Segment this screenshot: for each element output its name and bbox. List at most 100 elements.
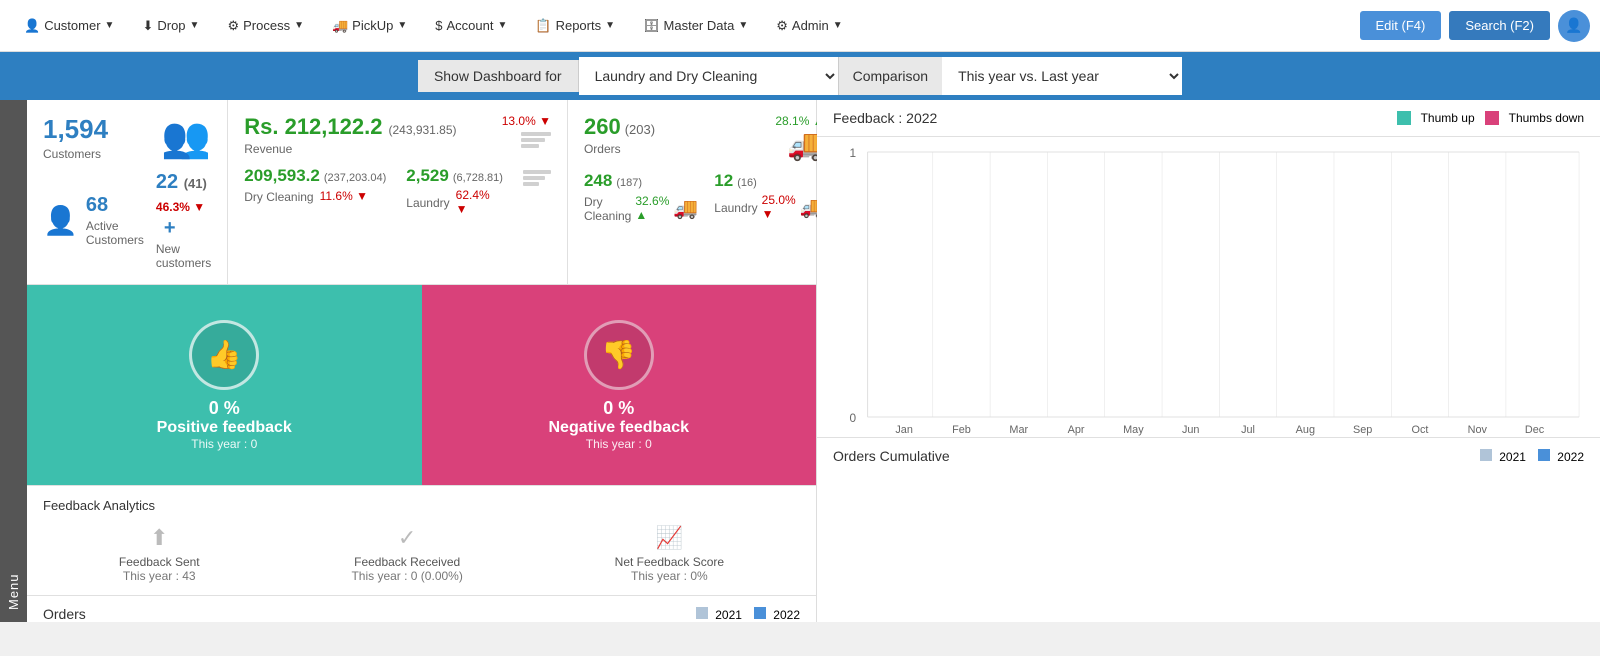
edit-button[interactable]: Edit (F4) [1360,11,1442,40]
customers-label: Customers [43,147,108,161]
negative-pct: 0 % [603,398,634,419]
nav-pickup[interactable]: 🚚 PickUp ▼ [318,0,421,52]
cumulative-legend: 2021 2022 [1480,449,1584,464]
new-customers-block: 22 (41) 46.3% ▼ + New customers [156,171,211,270]
orders-sub-row: 248 (187) Dry Cleaning 32.6% ▲ 🚚 12 (16) [584,171,825,223]
svg-text:Nov: Nov [1468,424,1488,436]
orders-laundry-pct: 25.0% ▼ [762,193,796,221]
service-select[interactable]: Laundry and Dry Cleaning Laundry Dry Cle… [579,57,839,95]
orders-total-sub: (203) [625,122,655,137]
search-button[interactable]: Search (F2) [1449,11,1550,40]
svg-text:May: May [1123,424,1144,436]
orders-total: 260 [584,114,621,140]
svg-text:Feb: Feb [952,424,971,436]
comparison-button[interactable]: Comparison [839,57,942,95]
cumulative-2022-dot: 2022 [1538,449,1584,464]
orders-label: Orders [584,142,655,156]
nav-drop[interactable]: ⬇ Drop ▼ [128,0,213,52]
revenue-laundry: 2,529 (6,728.81) Laundry 62.4% ▼ [406,166,503,216]
new-customers-label: New customers [156,242,211,270]
nav-drop-arrow: ▼ [190,20,200,31]
admin-icon: ⚙ [776,18,788,34]
orders-laundry-sub: (16) [737,177,757,189]
net-feedback-icon: 📈 [615,525,724,551]
left-panel: 1,594 Customers 👥 👤 68 Active Customers [27,100,817,622]
feedback-sent-item: ⬆ Feedback Sent This year : 43 [119,525,200,583]
orders-bottom-section: Orders 2021 2022 [27,595,816,622]
thumbs-down-legend-label: Thumbs down [1509,111,1584,125]
feedback-chart-title: Feedback : 2022 [833,110,937,126]
active-customers-icon: 👤 [43,204,78,237]
feedback-chart-legend: Thumb up Thumbs down [1397,111,1584,125]
feedback-sent-value: This year : 43 [119,569,200,583]
feedback-received-icon: ✓ [351,525,462,551]
svg-text:Jan: Jan [895,424,913,436]
nav-masterdata[interactable]: 🗄 Master Data ▼ [629,0,762,52]
revenue-laundry-pct: 62.4% ▼ [456,188,503,216]
nav-account-arrow: ▼ [497,20,507,31]
feedback-analytics-title: Feedback Analytics [43,498,800,513]
cumulative-2021-label: 2021 [1499,450,1526,464]
revenue-sub-row: 209,593.2 (237,203.04) Dry Cleaning 11.6… [244,166,551,216]
svg-text:Sep: Sep [1353,424,1372,436]
revenue-dc-sub: (237,203.04) [324,172,386,184]
revenue-dc-amount: 209,593.2 [244,166,320,186]
svg-text:Mar: Mar [1009,424,1028,436]
cumulative-2022-label: 2022 [1557,450,1584,464]
orders-dc-truck-icon: 🚚 [673,196,698,221]
revenue-data: Rs. 212,122.2 (243,931.85) Revenue [244,114,456,156]
customer-icon: 👤 [24,18,40,34]
thumb-up-legend-label: Thumb up [1421,111,1475,125]
legend-2021-label: 2021 [715,608,742,622]
orders-dc-sub: (187) [616,177,642,189]
svg-text:0: 0 [849,411,856,425]
thumbs-down-legend-dot [1485,111,1499,125]
orders-cumulative-header: Orders Cumulative 2021 2022 [817,437,1600,474]
orders-laundry: 12 (16) Laundry 25.0% ▼ 🚚 [714,171,824,223]
feedback-received-label: Feedback Received [351,555,462,569]
net-feedback-label: Net Feedback Score [615,555,724,569]
nav-pickup-arrow: ▼ [397,20,407,31]
revenue-section: Rs. 212,122.2 (243,931.85) Revenue 13.0%… [228,100,568,284]
user-avatar-button[interactable]: 👤 [1558,10,1590,42]
negative-year: This year : 0 [586,437,652,451]
comparison-select[interactable]: This year vs. Last year This month vs. L… [942,57,1182,95]
orders-main: 260 (203) Orders 28.1% ▲ 🚚 [584,114,825,163]
feedback-chart-header: Feedback : 2022 Thumb up Thumbs down [817,100,1600,137]
menu-tab[interactable]: Menu [0,100,27,622]
orders-data: 260 (203) Orders [584,114,655,156]
revenue-pct: 13.0% ▼ [502,114,551,128]
customers-sub-row: 👤 68 Active Customers 22 (41) [43,171,211,270]
nav-process[interactable]: ⚙ Process ▼ [213,0,318,52]
net-feedback-value: This year : 0% [615,569,724,583]
orders-legend: 2021 2022 [696,607,800,622]
active-customers-block: 👤 68 Active Customers [43,194,144,247]
feedback-sent-icon: ⬆ [119,525,200,551]
feedback-panels: 👍 0 % Positive feedback This year : 0 👎 … [27,285,816,485]
show-dashboard-label: Show Dashboard for [418,60,579,92]
new-customers-number: 22 [156,171,178,193]
nav-admin[interactable]: ⚙ Admin ▼ [762,0,856,52]
nav-customer[interactable]: 👤 Customer ▼ [10,0,128,52]
svg-text:Jul: Jul [1241,424,1255,436]
legend-2022-label: 2022 [773,608,800,622]
reports-icon: 📋 [535,18,551,34]
thumb-up-legend-dot [1397,111,1411,125]
nav-account[interactable]: $ Account ▼ [421,0,521,52]
add-customer-button[interactable]: + [164,217,176,239]
active-customers-label: Active Customers [86,219,144,247]
feedback-received-item: ✓ Feedback Received This year : 0 (0.00%… [351,525,462,583]
nav-reports[interactable]: 📋 Reports ▼ [521,0,629,52]
revenue-main: Rs. 212,122.2 (243,931.85) Revenue 13.0%… [244,114,551,156]
nav-right-buttons: Edit (F4) Search (F2) 👤 [1360,10,1590,42]
nav-admin-arrow: ▼ [833,20,843,31]
orders-cumulative-title: Orders Cumulative [833,448,950,464]
svg-text:Jun: Jun [1182,424,1200,436]
new-customers-sub: (41) [184,176,207,191]
orders-dry-cleaning: 248 (187) Dry Cleaning 32.6% ▲ 🚚 [584,171,698,223]
feedback-analytics-section: Feedback Analytics ⬆ Feedback Sent This … [27,485,816,595]
process-icon: ⚙ [227,18,239,34]
revenue-bar-chart-icon [521,132,551,148]
feedback-chart-area: 1 0 Jan Feb Mar Apr May Jun Jul Aug Sep … [817,137,1600,437]
total-customers-number: 1,594 [43,114,108,145]
